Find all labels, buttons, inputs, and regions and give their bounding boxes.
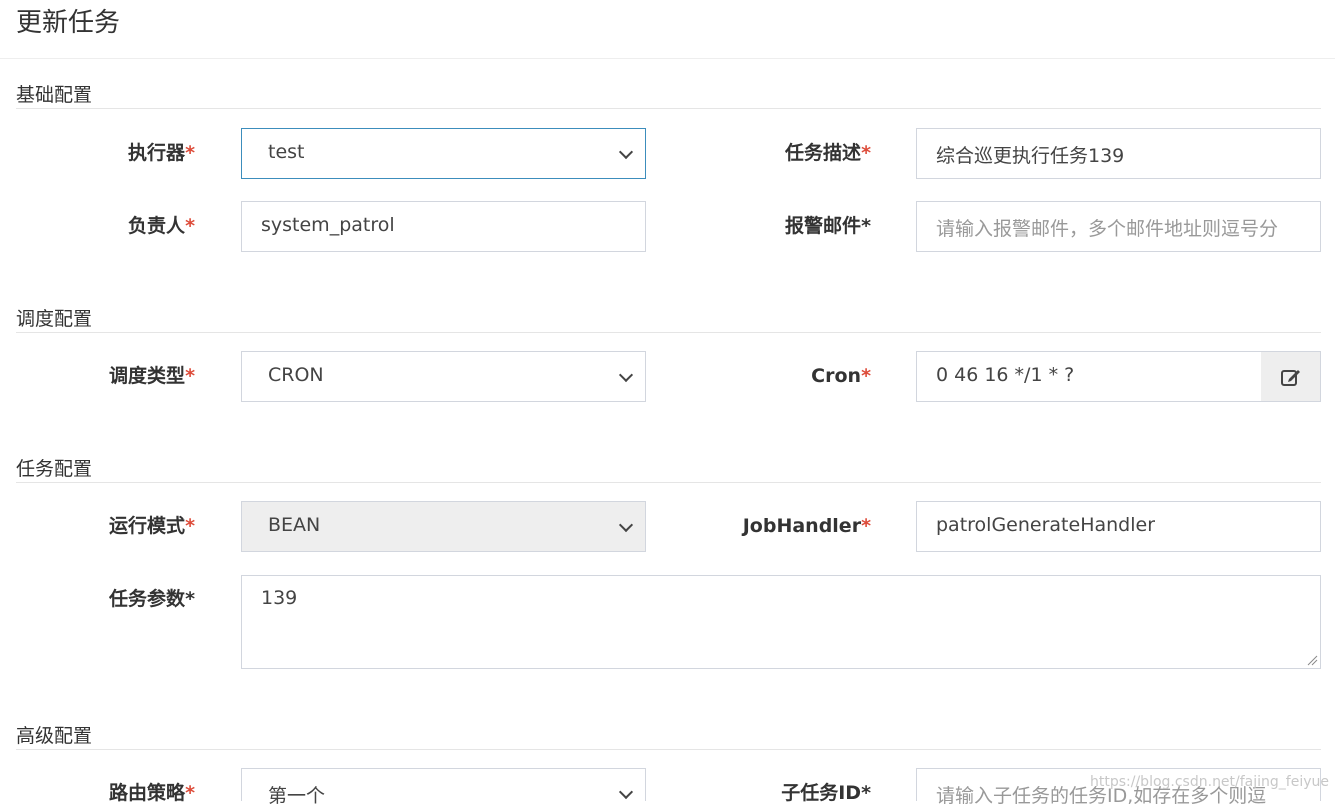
- cron-edit-button[interactable]: [1261, 351, 1321, 402]
- task-params-textarea[interactable]: 139: [241, 575, 1321, 669]
- job-handler-input[interactable]: patrolGenerateHandler: [916, 501, 1321, 552]
- section-schedule-config: 调度配置: [16, 308, 1321, 333]
- alarm-email-label: 报警邮件*: [785, 215, 871, 237]
- schedule-type-select[interactable]: CRON: [241, 351, 646, 402]
- run-mode-label: 运行模式*: [109, 515, 195, 537]
- description-label: 任务描述*: [785, 142, 871, 164]
- job-handler-label: JobHandler*: [742, 515, 871, 537]
- resize-grip-icon[interactable]: [1306, 654, 1318, 666]
- section-task-config: 任务配置: [16, 458, 1321, 483]
- section-basic-config: 基础配置: [16, 84, 1321, 109]
- edit-icon: [1281, 370, 1300, 386]
- modal-title: 更新任务: [16, 8, 121, 38]
- modal-header: 更新任务: [0, 0, 1335, 59]
- chevron-down-icon: [618, 517, 634, 533]
- section-title: 高级配置: [16, 725, 93, 747]
- cron-label: Cron*: [811, 365, 871, 387]
- section-advanced-config: 高级配置: [16, 725, 1321, 750]
- executor-label: 执行器*: [128, 142, 195, 164]
- section-title: 任务配置: [16, 458, 93, 480]
- route-strategy-label: 路由策略*: [109, 782, 195, 804]
- cron-input[interactable]: 0 46 16 */1 * ?: [916, 351, 1262, 402]
- owner-label: 负责人*: [128, 215, 195, 237]
- run-mode-select[interactable]: BEAN: [241, 501, 646, 552]
- executor-value: test: [268, 141, 305, 163]
- chevron-down-icon: [618, 367, 634, 383]
- section-title: 基础配置: [16, 84, 93, 106]
- executor-select[interactable]: test: [241, 128, 646, 179]
- chevron-down-icon: [618, 784, 634, 800]
- owner-input[interactable]: system_patrol: [241, 201, 646, 252]
- section-title: 调度配置: [16, 308, 93, 330]
- watermark: https://blog.csdn.net/fajing_feiyue: [1090, 774, 1330, 790]
- schedule-type-label: 调度类型*: [109, 365, 195, 387]
- route-strategy-select[interactable]: 第一个: [241, 768, 646, 807]
- alarm-email-input[interactable]: 请输入报警邮件，多个邮件地址则逗号分: [916, 201, 1321, 252]
- child-task-id-label: 子任务ID*: [781, 782, 871, 804]
- description-input[interactable]: 综合巡更执行任务139: [916, 128, 1321, 179]
- chevron-down-icon: [618, 144, 634, 160]
- task-params-label: 任务参数*: [109, 588, 195, 610]
